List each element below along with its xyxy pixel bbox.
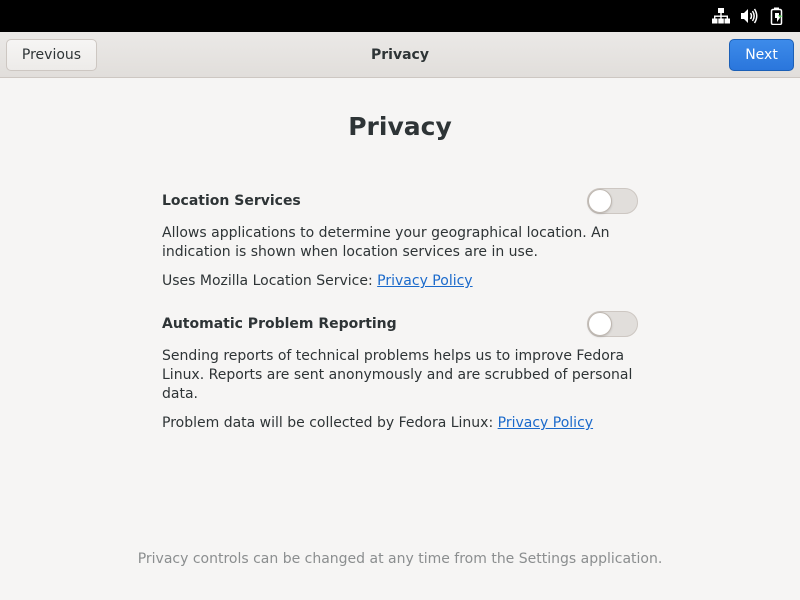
location-services-description: Allows applications to determine your ge… bbox=[162, 225, 610, 260]
page-title: Privacy bbox=[348, 112, 452, 141]
volume-icon bbox=[741, 8, 758, 24]
problem-reporting-description: Sending reports of technical problems he… bbox=[162, 348, 633, 402]
next-button[interactable]: Next bbox=[729, 39, 794, 71]
toggle-knob bbox=[588, 189, 612, 213]
location-services-section: Location Services Allows applications to… bbox=[162, 188, 638, 291]
network-wired-icon bbox=[712, 8, 730, 24]
policy-prefix: Problem data will be collected by Fedora… bbox=[162, 415, 494, 431]
location-privacy-policy-link[interactable]: Privacy Policy bbox=[377, 273, 472, 289]
previous-button[interactable]: Previous bbox=[6, 39, 97, 71]
toggle-knob bbox=[588, 312, 612, 336]
header-title: Privacy bbox=[371, 47, 429, 63]
problem-privacy-policy-link[interactable]: Privacy Policy bbox=[498, 415, 593, 431]
problem-reporting-label: Automatic Problem Reporting bbox=[162, 316, 397, 332]
problem-reporting-section: Automatic Problem Reporting Sending repo… bbox=[162, 311, 638, 433]
system-tray[interactable] bbox=[712, 7, 786, 25]
battery-charging-icon bbox=[770, 7, 783, 25]
policy-prefix: Uses Mozilla Location Service: bbox=[162, 273, 373, 289]
top-bar bbox=[0, 0, 800, 32]
footer-note: Privacy controls can be changed at any t… bbox=[137, 551, 663, 567]
location-services-label: Location Services bbox=[162, 193, 301, 209]
header-bar: Privacy Previous Next bbox=[0, 32, 800, 78]
problem-reporting-policy: Problem data will be collected by Fedora… bbox=[162, 414, 638, 433]
location-services-policy: Uses Mozilla Location Service: Privacy P… bbox=[162, 272, 638, 291]
location-services-toggle[interactable] bbox=[587, 188, 638, 214]
problem-reporting-toggle[interactable] bbox=[587, 311, 638, 337]
